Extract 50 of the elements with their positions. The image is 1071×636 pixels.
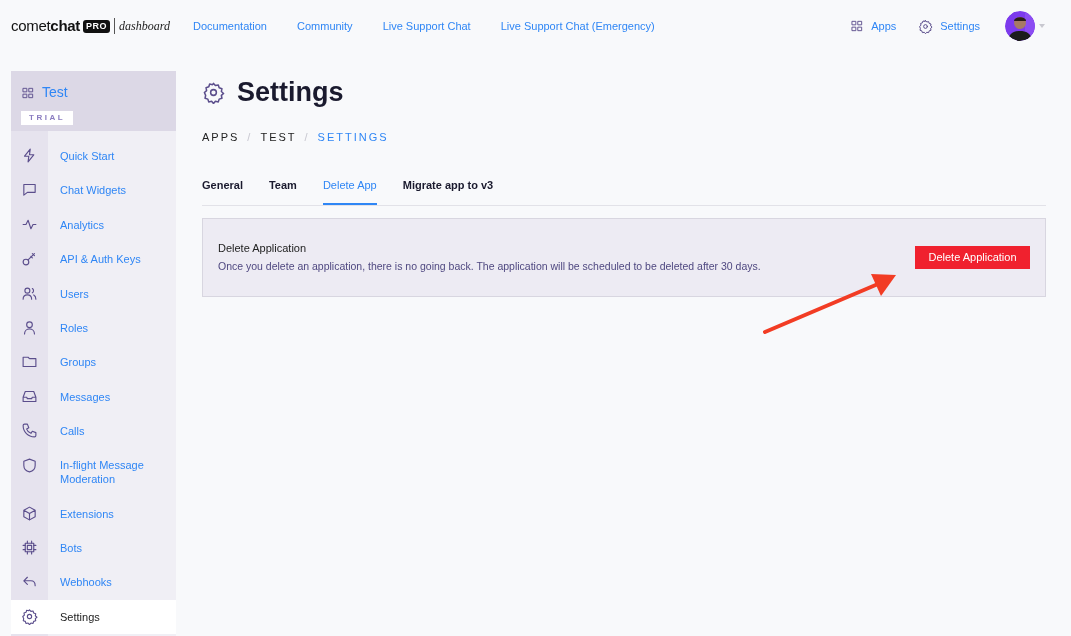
tab[interactable]: General — [202, 176, 243, 205]
cube-icon — [21, 504, 38, 522]
breadcrumb-item[interactable]: APPS — [202, 129, 240, 146]
tab[interactable]: Delete App — [322, 176, 377, 205]
card-description: Once you delete an application, there is no going back. The application will be scheduled to be deleted after 30 days. — [218, 259, 762, 275]
breadcrumb-separator: / — [304, 130, 310, 145]
sidebar-item[interactable]: Users — [11, 276, 176, 311]
chat-bubble-icon — [21, 181, 38, 199]
phone-icon — [21, 422, 38, 440]
sidebar-item[interactable]: Extensions — [11, 496, 176, 531]
breadcrumb-item: SETTINGS — [317, 130, 389, 145]
nav-link[interactable]: Documentation — [193, 17, 267, 35]
card-title: Delete Application — [218, 240, 308, 256]
logo-subtitle: dashboard — [119, 18, 170, 35]
chip-icon — [21, 538, 38, 556]
settings-icon — [918, 18, 934, 34]
nav-link[interactable]: Community — [297, 17, 353, 35]
apps-link[interactable]: Apps — [850, 17, 897, 35]
sidebar-item[interactable]: Quick Start — [11, 139, 176, 174]
nav-link[interactable]: Live Support Chat (Emergency) — [500, 17, 655, 35]
sidebar-item[interactable]: Webhooks — [11, 565, 176, 600]
tab[interactable]: Team — [268, 176, 297, 205]
settings-link[interactable]: Settings — [918, 17, 980, 35]
sidebar-item[interactable]: Analytics — [11, 207, 176, 243]
gear-icon — [21, 607, 38, 625]
sidebar-item[interactable]: Groups — [11, 345, 176, 380]
sidebar-item[interactable]: Bots — [11, 530, 176, 566]
logo-wordmark[interactable]: cometchat — [11, 14, 80, 38]
shield-icon — [21, 456, 38, 474]
sidebar-item[interactable]: Roles — [11, 310, 176, 346]
app-name[interactable]: Test — [42, 82, 68, 103]
sidebar-item[interactable]: In-flight Message Moderation — [11, 448, 176, 497]
settings-icon — [202, 80, 225, 104]
delete-button[interactable]: Delete Application — [915, 246, 1030, 269]
sidebar-item[interactable]: Settings — [11, 599, 176, 635]
sidebar-item[interactable]: API & Auth Keys — [11, 242, 176, 277]
grid-icon — [850, 19, 865, 33]
pro-badge: PRO — [83, 19, 111, 33]
sidebar-item[interactable]: Messages — [11, 379, 176, 415]
page-title: Settings — [237, 75, 344, 109]
plan-badge: TRIAL — [21, 111, 74, 125]
user-icon — [21, 318, 38, 336]
nav-link[interactable]: Live Support Chat — [382, 17, 471, 35]
breadcrumb-item[interactable]: TEST — [260, 129, 297, 146]
tab[interactable]: Migrate app to v3 — [402, 176, 494, 205]
breadcrumb-separator: / — [247, 130, 253, 145]
sidebar-item[interactable]: Chat Widgets — [11, 173, 176, 208]
key-icon — [21, 250, 38, 268]
grid-icon — [21, 85, 35, 100]
sidebar-item[interactable]: Calls — [11, 414, 176, 449]
